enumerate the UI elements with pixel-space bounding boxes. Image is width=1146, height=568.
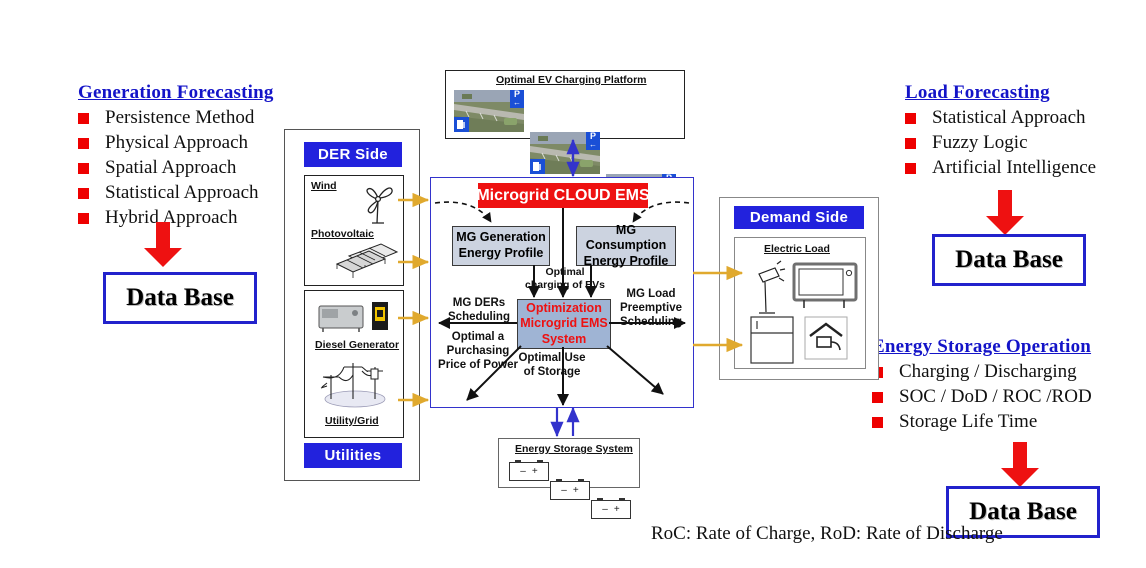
der-side-panel: DER Side Wind Photovoltaic Diesel Genera… bbox=[284, 129, 420, 481]
bullet-square-icon bbox=[78, 162, 89, 174]
load-forecasting-title: Load Forecasting bbox=[905, 82, 1050, 103]
ev-thumbnail: P ← bbox=[454, 90, 524, 132]
list-item: Physical Approach bbox=[78, 132, 274, 154]
demand-side-panel: Demand Side Electric Load bbox=[719, 197, 879, 380]
list-item-label: Physical Approach bbox=[105, 132, 249, 153]
parking-sign-icon: P ← bbox=[510, 90, 524, 108]
lamp-icon bbox=[758, 260, 786, 314]
list-item-label: SOC / DoD / ROC /ROD bbox=[899, 386, 1092, 407]
microwave-icon bbox=[792, 262, 858, 308]
wind-turbine-icon bbox=[366, 187, 393, 224]
ev-platform-title: Optimal EV Charging Platform bbox=[496, 74, 647, 86]
footnote-text: RoC: Rate of Charge, RoD: Rate of Discha… bbox=[651, 523, 1003, 544]
der-renewables-panel: Wind Photovoltaic bbox=[304, 175, 404, 286]
energy-storage-system-title: Energy Storage System bbox=[515, 443, 633, 455]
list-item: Spatial Approach bbox=[78, 157, 274, 179]
der-side-header: DER Side bbox=[304, 142, 402, 167]
list-item: Storage Life Time bbox=[872, 411, 1092, 433]
battery-icon: – + bbox=[509, 460, 549, 481]
microgrid-cloud-ems-panel: Microgrid CLOUD EMS MG Generation Energy… bbox=[430, 177, 694, 408]
solar-panel-icon bbox=[335, 243, 399, 278]
database-label: Data Base bbox=[955, 246, 1063, 273]
electric-load-label: Electric Load bbox=[764, 243, 830, 255]
ev-thumbnail: P ← bbox=[530, 132, 600, 174]
generation-down-arrow-icon bbox=[143, 222, 183, 268]
list-item-label: Statistical Approach bbox=[932, 107, 1086, 128]
list-item-label: Persistence Method bbox=[105, 107, 255, 128]
list-item: Statistical Approach bbox=[905, 107, 1096, 129]
utility-grid-label: Utility/Grid bbox=[325, 415, 379, 427]
optimal-ev-charging-label: Optimal charging of EVs bbox=[525, 266, 605, 291]
list-item: Artificial Intelligence bbox=[905, 157, 1096, 179]
bullet-square-icon bbox=[78, 212, 89, 224]
wind-label: Wind bbox=[311, 180, 337, 192]
list-item-label: Charging / Discharging bbox=[899, 361, 1077, 382]
utility-grid-icon bbox=[320, 363, 386, 408]
storage-down-arrow-icon bbox=[1000, 442, 1040, 488]
bullet-square-icon bbox=[78, 112, 89, 124]
list-item-label: Statistical Approach bbox=[105, 182, 259, 203]
refrigerator-icon bbox=[750, 316, 794, 364]
ev-charging-platform-panel: Optimal EV Charging Platform P ← P ← bbox=[445, 70, 685, 216]
demand-side-header: Demand Side bbox=[734, 206, 864, 229]
electric-load-panel: Electric Load bbox=[734, 237, 866, 369]
charging-pump-icon bbox=[530, 159, 545, 174]
list-item-label: Storage Life Time bbox=[899, 411, 1038, 432]
list-item: Statistical Approach bbox=[78, 182, 274, 204]
optimal-purchasing-price-label: Optimal a Purchasing Price of Power bbox=[438, 331, 518, 371]
bullet-square-icon bbox=[78, 137, 89, 149]
list-item-label: Artificial Intelligence bbox=[932, 157, 1097, 178]
bullet-square-icon bbox=[872, 416, 883, 428]
diesel-generator-label: Diesel Generator bbox=[315, 339, 400, 351]
der-conventional-panel: Diesel Generator Utility/Grid bbox=[304, 290, 404, 438]
database-label: Data Base bbox=[126, 284, 234, 311]
utilities-footer: Utilities bbox=[304, 443, 402, 468]
list-item-label: Fuzzy Logic bbox=[932, 132, 1028, 153]
parking-sign-icon: P ← bbox=[586, 132, 600, 150]
bullet-square-icon bbox=[78, 187, 89, 199]
charging-pump-icon bbox=[454, 117, 469, 132]
load-database-box: Data Base bbox=[932, 234, 1086, 286]
energy-storage-operation-section: Energy Storage Operation Charging / Disc… bbox=[872, 336, 1092, 433]
mg-load-preemptive-scheduling-label: MG Load Preemptive Scheduling bbox=[619, 288, 682, 328]
list-item: SOC / DoD / ROC /ROD bbox=[872, 386, 1092, 408]
load-forecasting-section: Load Forecasting Statistical Approach Fu… bbox=[905, 82, 1096, 179]
diesel-generator-icon bbox=[318, 305, 364, 332]
optimal-use-of-storage-label: Optimal Use of Storage bbox=[518, 352, 586, 378]
generation-forecasting-title: Generation Forecasting bbox=[78, 82, 274, 103]
battery-icon: – + bbox=[591, 498, 631, 519]
bullet-square-icon bbox=[905, 162, 916, 174]
list-item: Persistence Method bbox=[78, 107, 274, 129]
mg-ders-scheduling-label: MG DERs Scheduling bbox=[448, 297, 510, 323]
fuel-pump-icon bbox=[372, 302, 388, 330]
energy-storage-operation-title: Energy Storage Operation bbox=[872, 336, 1092, 357]
list-item: Fuzzy Logic bbox=[905, 132, 1096, 154]
bullet-square-icon bbox=[905, 137, 916, 149]
generation-database-box: Data Base bbox=[103, 272, 257, 324]
database-label: Data Base bbox=[969, 498, 1077, 525]
bullet-square-icon bbox=[905, 112, 916, 124]
bullet-square-icon bbox=[872, 391, 883, 403]
battery-icon: – + bbox=[550, 479, 590, 500]
list-item: Charging / Discharging bbox=[872, 361, 1092, 383]
generation-forecasting-section: Generation Forecasting Persistence Metho… bbox=[78, 82, 274, 229]
load-down-arrow-icon bbox=[985, 190, 1025, 236]
list-item-label: Spatial Approach bbox=[105, 157, 237, 178]
photovoltaic-label: Photovoltaic bbox=[311, 228, 375, 240]
plug-icon bbox=[804, 316, 848, 360]
energy-storage-system-panel: Energy Storage System – + – + – + bbox=[498, 438, 640, 519]
